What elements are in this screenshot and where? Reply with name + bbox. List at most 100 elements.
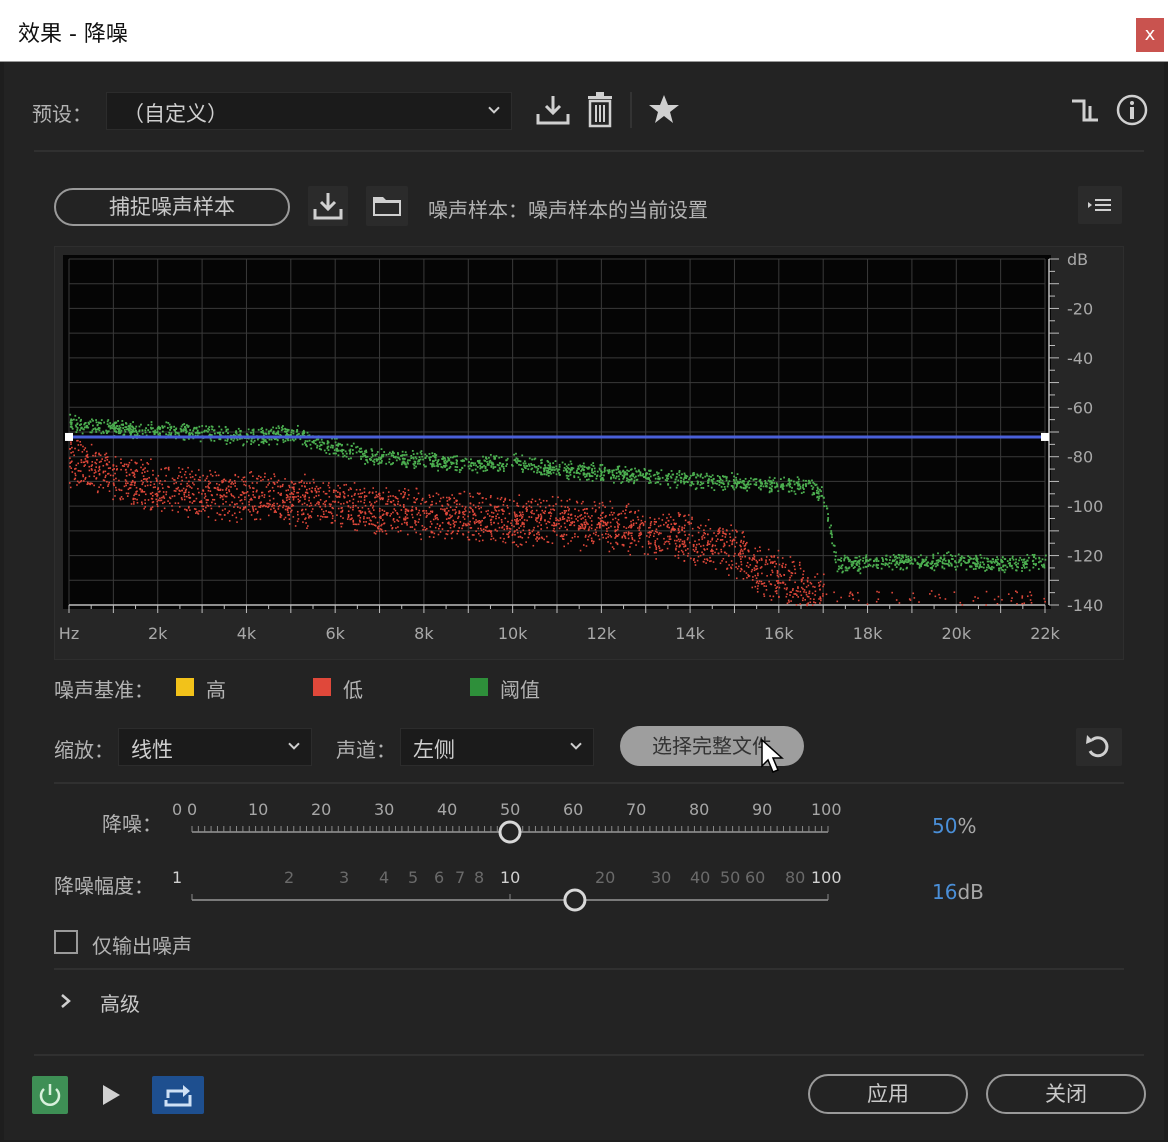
- threshold-point: [950, 564, 953, 567]
- low-noise-point: [751, 557, 754, 559]
- close-window-button[interactable]: x: [1136, 18, 1164, 52]
- load-noise-print-button[interactable]: [366, 186, 408, 226]
- low-noise-point: [490, 495, 492, 497]
- low-noise-point: [637, 518, 640, 521]
- low-noise-point: [278, 504, 281, 507]
- threshold-point: [423, 464, 425, 466]
- low-noise-point: [437, 493, 440, 496]
- low-noise-point: [193, 483, 195, 486]
- low-noise-point: [385, 487, 388, 489]
- low-noise-point: [274, 509, 276, 512]
- low-noise-point: [315, 485, 318, 488]
- low-noise-point: [654, 545, 657, 547]
- low-noise-point: [354, 504, 357, 507]
- threshold-point: [877, 567, 879, 570]
- threshold-point: [678, 469, 681, 472]
- capture-noise-print-button[interactable]: 捕捉噪声样本: [54, 188, 290, 226]
- threshold-point: [264, 432, 267, 435]
- preset-dropdown[interactable]: （自定义）: [106, 92, 512, 130]
- star-favorite-icon[interactable]: [648, 94, 680, 124]
- low-noise-point: [134, 481, 136, 484]
- save-preset-icon[interactable]: [536, 94, 570, 126]
- low-noise-point: [655, 546, 658, 549]
- threshold-point: [935, 565, 937, 568]
- threshold-point: [618, 465, 621, 468]
- low-noise-point: [524, 532, 526, 535]
- threshold-point: [403, 454, 406, 456]
- low-noise-point: [118, 479, 120, 482]
- threshold-point: [797, 480, 800, 483]
- save-noise-print-button[interactable]: [308, 186, 348, 226]
- trash-icon[interactable]: [586, 92, 614, 128]
- noise-graph[interactable]: Hz 2k 4k 6k 8k 10k 12k 14k 16k 18k 20k 22kdB-20-40-…: [55, 247, 1123, 659]
- low-noise-point: [502, 540, 504, 543]
- low-noise-point: [296, 491, 298, 494]
- low-noise-point: [690, 557, 692, 560]
- low-noise-point: [585, 545, 588, 547]
- threshold-point: [811, 479, 813, 482]
- low-noise-point: [769, 595, 771, 597]
- low-noise-point: [789, 594, 791, 596]
- low-noise-point: [347, 489, 350, 491]
- threshold-point: [483, 464, 485, 467]
- low-noise-point: [408, 494, 410, 496]
- low-noise-point: [609, 542, 612, 545]
- low-noise-point: [218, 505, 220, 508]
- low-noise-point: [128, 473, 131, 476]
- low-noise-point: [317, 514, 319, 517]
- low-noise-point: [178, 467, 180, 469]
- low-noise-point: [181, 498, 183, 501]
- threshold-point: [421, 455, 424, 458]
- threshold-point: [689, 476, 691, 479]
- low-noise-point: [589, 517, 592, 519]
- low-noise-point: [273, 511, 276, 513]
- low-noise-point: [452, 519, 455, 522]
- threshold-point: [615, 475, 618, 478]
- threshold-point: [468, 467, 471, 470]
- low-noise-point: [390, 501, 393, 504]
- threshold-point: [885, 558, 887, 560]
- threshold-point: [978, 567, 981, 569]
- low-noise-point: [540, 528, 542, 530]
- low-noise-point: [467, 515, 469, 518]
- low-noise-point: [165, 491, 168, 493]
- threshold-point: [502, 467, 505, 470]
- low-noise-point: [515, 521, 518, 523]
- threshold-point: [929, 562, 932, 565]
- threshold-point: [276, 443, 279, 446]
- low-noise-point: [222, 498, 224, 501]
- threshold-point: [939, 557, 942, 560]
- threshold-point: [431, 452, 434, 455]
- threshold-point: [731, 472, 733, 474]
- threshold-point: [371, 455, 374, 457]
- low-noise-point: [741, 556, 744, 558]
- threshold-point: [747, 481, 750, 484]
- low-noise-point: [310, 516, 313, 519]
- low-noise-point: [181, 468, 184, 470]
- signal-routing-icon[interactable]: [1070, 96, 1100, 124]
- low-noise-point: [580, 518, 583, 520]
- low-noise-point: [677, 538, 680, 541]
- info-icon[interactable]: [1116, 94, 1148, 126]
- low-noise-point: [144, 493, 147, 496]
- low-noise-point: [766, 563, 769, 565]
- low-noise-point: [478, 502, 481, 504]
- low-noise-point: [997, 595, 1000, 598]
- low-noise-point: [700, 545, 702, 548]
- threshold-point: [187, 426, 190, 428]
- low-noise-point: [159, 480, 162, 482]
- low-noise-point: [731, 539, 734, 542]
- low-noise-point: [574, 515, 577, 517]
- threshold-point: [523, 460, 526, 463]
- threshold-point: [617, 475, 620, 478]
- low-noise-point: [297, 498, 300, 501]
- low-noise-point: [248, 501, 250, 503]
- low-noise-point: [492, 512, 495, 514]
- low-noise-point: [168, 496, 171, 499]
- threshold-point: [805, 485, 807, 488]
- threshold-point: [994, 560, 997, 562]
- panel-menu-button[interactable]: [1078, 186, 1122, 224]
- threshold-point: [363, 454, 366, 457]
- low-noise-point: [503, 528, 506, 531]
- low-noise-point: [106, 480, 108, 483]
